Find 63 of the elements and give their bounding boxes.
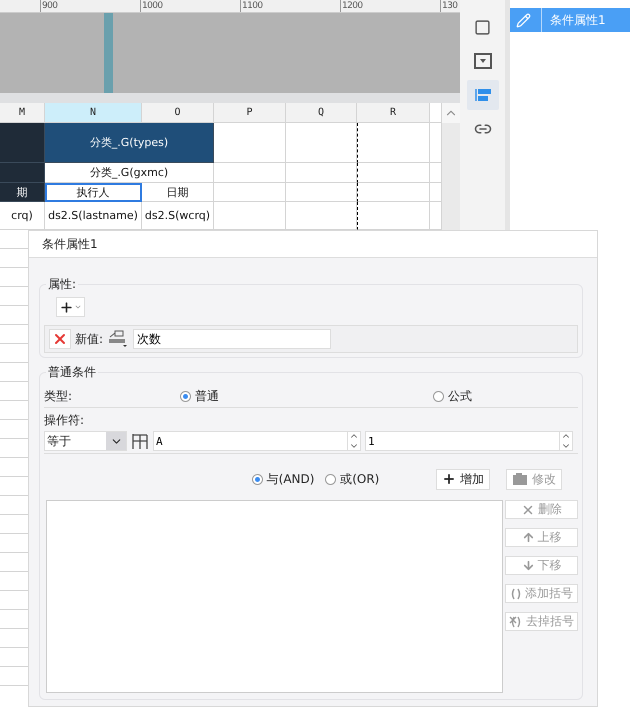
empty-cell [286, 183, 357, 202]
field-label: 类型: [44, 388, 74, 404]
empty-cell [430, 103, 442, 123]
delete-button[interactable] [49, 329, 71, 349]
ruler-label: 1200 [340, 0, 440, 12]
column-icon [131, 432, 149, 450]
scroll-up-button[interactable] [442, 103, 460, 123]
value-field[interactable]: 次数 [133, 329, 332, 349]
column-header: O [142, 103, 214, 123]
column-header: P [214, 103, 286, 123]
dropdown-box-icon [474, 53, 492, 69]
spin-field[interactable]: A [154, 434, 347, 448]
spin-box[interactable]: 1 [365, 431, 573, 451]
table-cell: ds2.S(lastname) [45, 202, 142, 230]
parentheses-cross-icon [509, 616, 523, 628]
column-header: M [0, 103, 45, 123]
operator-select[interactable]: 等于 [44, 431, 127, 451]
radio-option[interactable]: 或(OR) [325, 470, 399, 488]
field-label: 操作符: [44, 412, 86, 429]
add-button[interactable] [56, 297, 85, 317]
radio-button[interactable] [180, 390, 191, 402]
square-icon [474, 18, 491, 36]
radio-option[interactable]: 普通 [180, 388, 433, 404]
edit-icon [512, 472, 528, 486]
table-cell: 期 [0, 183, 45, 202]
radio-button[interactable] [433, 390, 444, 402]
empty-cell [286, 123, 357, 163]
text-type-icon [107, 330, 130, 348]
spin-field[interactable]: 1 [366, 434, 559, 448]
empty-cell [286, 163, 357, 183]
table-cell: ds2.S(wcrq) [142, 202, 214, 230]
column-header: Q [286, 103, 357, 123]
ruler-label: 900 [40, 0, 140, 12]
radio-option[interactable]: 与(AND) [252, 470, 326, 488]
ruler-label: 1000 [140, 0, 240, 12]
pencil-icon [516, 12, 531, 28]
close-icon [52, 331, 68, 347]
table-cell: crq) [0, 202, 45, 230]
column-header: R [357, 103, 430, 123]
dialog-title: 条件属性1 [42, 236, 98, 252]
add-button[interactable]: 增加 [436, 468, 490, 490]
table-cell: 执行人 [45, 183, 142, 202]
table-cell: 日期 [142, 183, 214, 202]
arrow-down-icon [522, 559, 534, 572]
field-label: 新值: [75, 330, 104, 348]
list-icon [474, 88, 492, 102]
radio-option[interactable]: 公式 [433, 388, 578, 404]
plus-icon [442, 472, 456, 486]
table-cell: 分类_.G(types) [45, 123, 214, 163]
table-cell: 分类_.G(gxmc) [45, 163, 214, 183]
ruler-label: 130 [440, 0, 458, 12]
plus-icon [59, 300, 74, 314]
caret-icon [74, 303, 82, 311]
radio-button[interactable] [325, 474, 336, 484]
spin-box[interactable]: A [153, 431, 361, 451]
parentheses-icon [510, 588, 522, 600]
column-header: N [45, 103, 142, 123]
group-label: 普通条件 [47, 364, 97, 381]
arrow-up-icon [522, 531, 534, 544]
radio-button[interactable] [252, 474, 263, 484]
ruler-label: 1100 [240, 0, 340, 12]
group-label: 属性: [47, 276, 78, 293]
toolbar-button[interactable] [466, 80, 498, 110]
